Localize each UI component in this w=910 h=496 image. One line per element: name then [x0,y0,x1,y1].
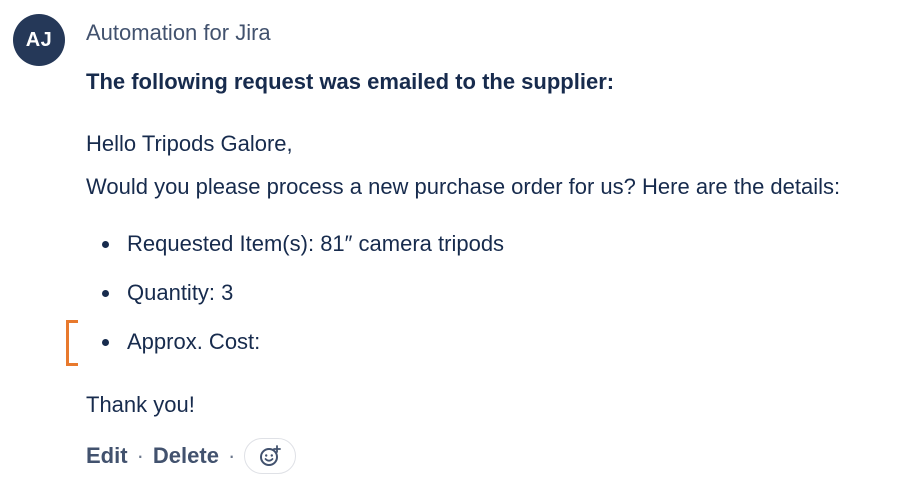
add-reaction-button[interactable] [244,438,297,474]
action-separator: · [136,443,144,468]
avatar[interactable]: AJ [13,14,65,66]
bullet-icon [102,339,109,346]
avatar-initials: AJ [25,28,53,51]
list-item-text: Approx. Cost: [127,329,261,354]
comment-intro: Would you please process a new purchase … [86,174,841,199]
bullet-icon [102,290,109,297]
highlight-bracket [66,320,78,366]
edit-button[interactable]: Edit [86,443,128,469]
comment-heading: The following request was emailed to the… [86,69,615,94]
list-item-text: Quantity: 3 [127,280,234,305]
bullet-icon [102,241,109,248]
comment-closing: Thank you! [86,392,195,417]
action-separator: · [227,443,236,468]
comment-actions: Edit · Delete · [86,436,297,476]
list-item-text: Requested Item(s): 81″ camera tripods [127,231,505,256]
comment-author-name[interactable]: Automation for Jira [86,18,271,48]
delete-button[interactable]: Delete [153,443,219,469]
comment-greeting: Hello Tripods Galore, [86,131,293,156]
smiley-add-icon [260,445,282,466]
